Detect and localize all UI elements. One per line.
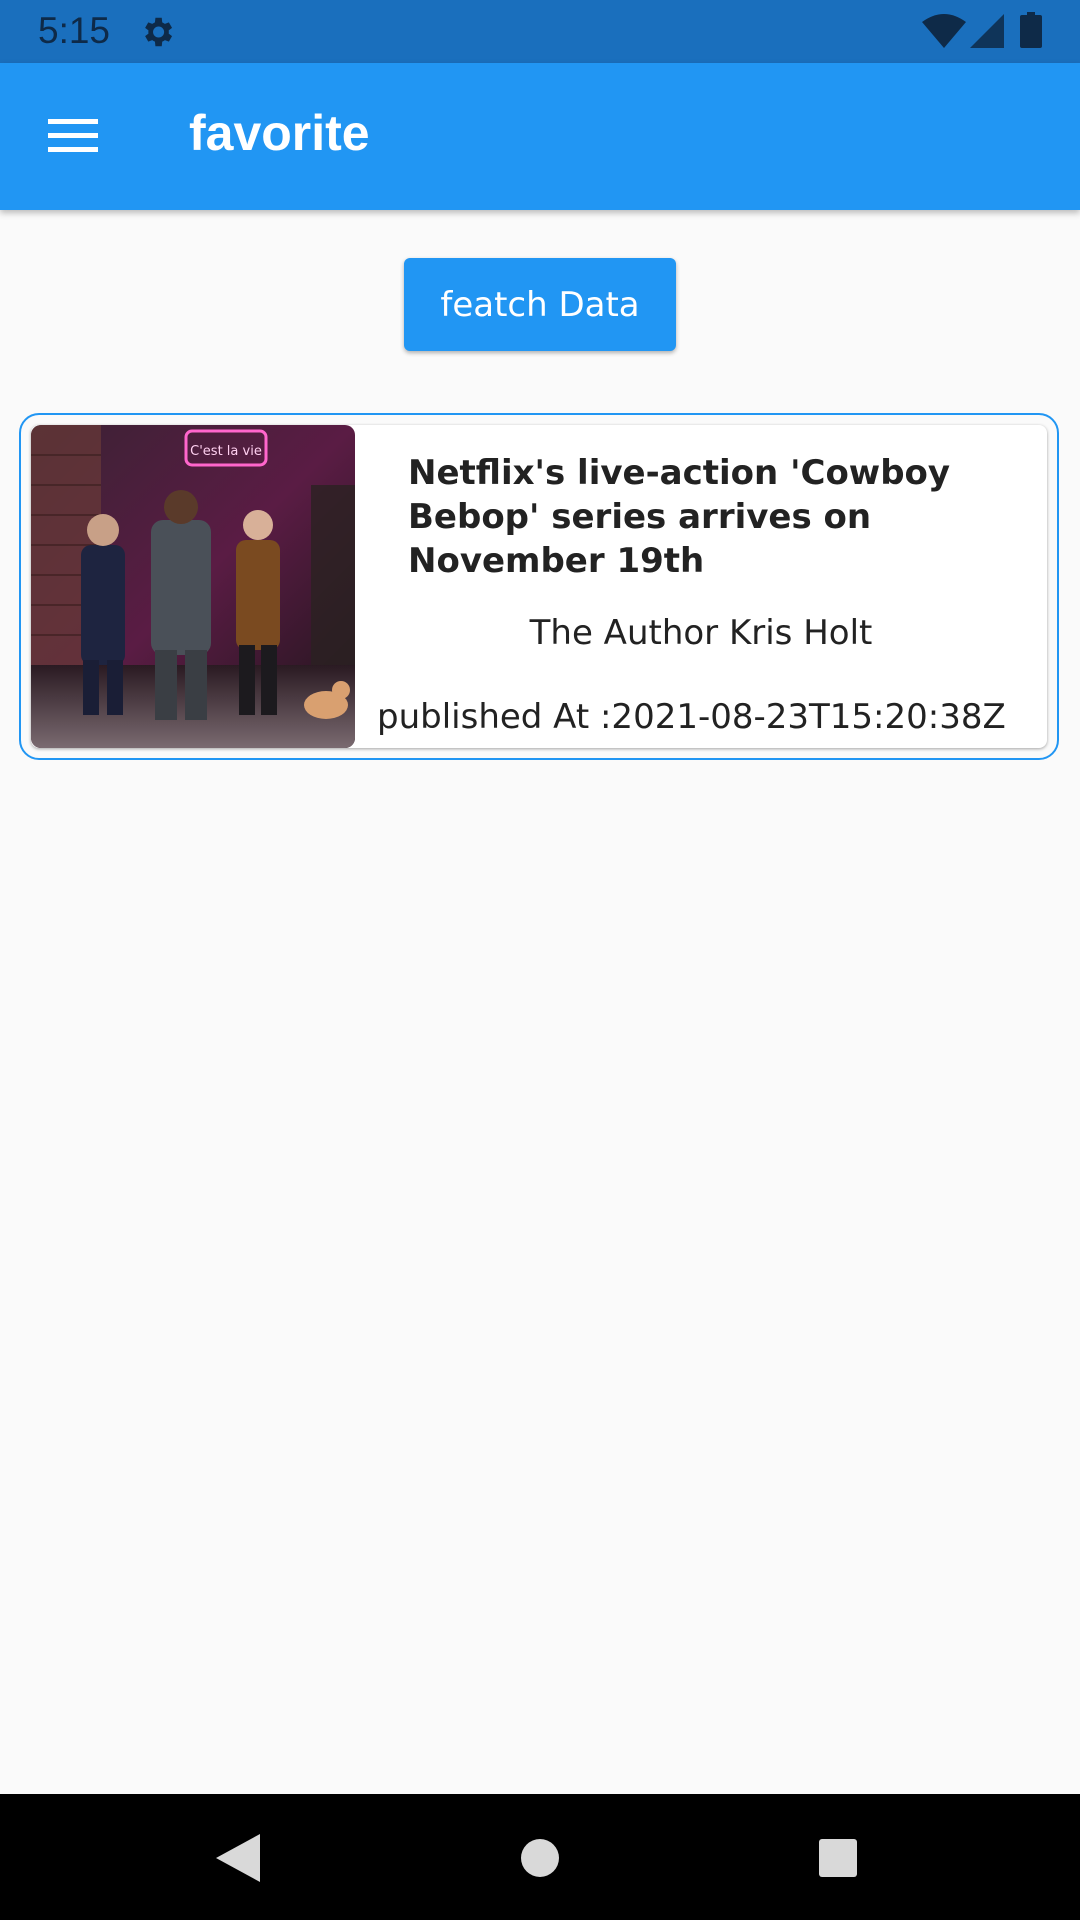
- article-thumbnail: C'est la vie: [31, 425, 355, 748]
- back-icon[interactable]: [216, 1834, 260, 1882]
- home-icon[interactable]: [520, 1838, 560, 1878]
- article-card-body: C'est la vie Netflix's live-action 'Cowb…: [31, 425, 1047, 748]
- app-bar: favorite: [0, 63, 1080, 210]
- wifi-icon: [922, 14, 966, 48]
- battery-icon: [1020, 12, 1042, 48]
- fetch-data-button[interactable]: featch Data: [404, 258, 676, 351]
- page-title: favorite: [189, 105, 370, 161]
- menu-button[interactable]: [30, 103, 116, 169]
- neon-sign-text: C'est la vie: [190, 444, 262, 459]
- article-published-date: published At :2021-08-23T15:20:38Z: [377, 697, 1006, 737]
- hamburger-menu-icon: [48, 119, 98, 152]
- cell-signal-icon: [970, 14, 1004, 48]
- recents-icon[interactable]: [818, 1838, 858, 1878]
- article-title: Netflix's live-action 'Cowboy Bebop' ser…: [408, 453, 951, 581]
- article-card[interactable]: C'est la vie Netflix's live-action 'Cowb…: [19, 413, 1059, 760]
- system-nav-bar: [0, 1794, 1080, 1920]
- article-author: The Author Kris Holt: [529, 613, 873, 653]
- status-bar: 5:15: [0, 0, 1080, 63]
- status-time: 5:15: [38, 10, 111, 51]
- gear-icon: [145, 17, 173, 47]
